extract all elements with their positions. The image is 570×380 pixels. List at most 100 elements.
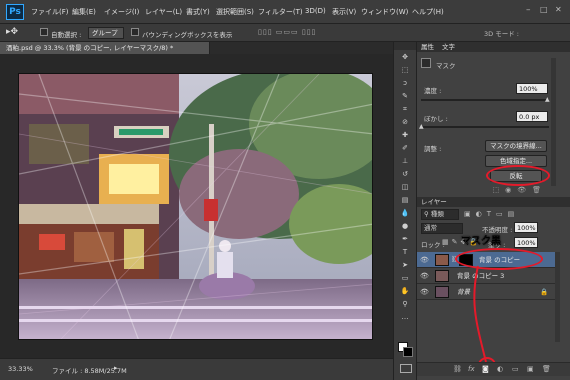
menu-type[interactable]: 書式(Y)	[186, 7, 210, 17]
street-photo	[19, 74, 372, 339]
layer-thumbnail	[435, 270, 449, 282]
menu-bar: Ps ファイル(F) 編集(E) イメージ(I) レイヤー(L) 書式(Y) 選…	[0, 0, 570, 24]
maximize-icon[interactable]: □	[540, 5, 548, 14]
menu-help[interactable]: ヘルプ(H)	[412, 7, 444, 17]
more-tools-icon[interactable]: …	[397, 312, 413, 323]
blur-tool-icon[interactable]: 💧	[397, 208, 413, 219]
brush-tool-icon[interactable]: ✐	[397, 143, 413, 154]
tab-layers[interactable]: レイヤー	[421, 198, 447, 206]
menu-window[interactable]: ウィンドウ(W)	[361, 7, 408, 17]
opacity-field[interactable]: 100%	[514, 222, 538, 233]
mask-icon	[421, 58, 431, 68]
move-tool-icon[interactable]: ▸✥	[6, 27, 18, 37]
background-color-swatch[interactable]	[403, 347, 413, 357]
menu-3d[interactable]: 3D(D)	[305, 7, 326, 15]
invert-highlight-circle	[486, 165, 550, 186]
document-tab[interactable]: 酒粕.psd @ 33.3% (背景 のコピー, レイヤーマスク/8) *	[0, 42, 210, 54]
status-menu-arrow-icon[interactable]: ▸	[114, 364, 118, 372]
mode-3d-label: 3D モード :	[484, 30, 519, 38]
quick-mask-icon[interactable]	[400, 364, 412, 373]
lock-icon: 🔒	[540, 288, 549, 296]
properties-scrollbar[interactable]	[551, 58, 556, 186]
layers-footer: ⛓ fx ◙ ◐ ▭ ▣ 🗑	[417, 362, 570, 376]
trash-icon[interactable]: 🗑	[542, 365, 551, 373]
canvas-image[interactable]	[18, 73, 373, 340]
photoshop-logo: Ps	[6, 4, 24, 20]
fill-field[interactable]: 100%	[514, 237, 538, 248]
feather-slider[interactable]	[421, 126, 549, 128]
annotation-arrow-line	[473, 265, 487, 363]
search-icon: ⚲	[424, 210, 431, 218]
visibility-eye-icon[interactable]: 👁	[420, 268, 429, 284]
properties-tabbar: 属性 文字	[417, 42, 570, 52]
auto-select-target-dropdown[interactable]: グループ	[88, 27, 124, 39]
layers-tabbar: レイヤー	[417, 197, 570, 207]
feather-field[interactable]: 0.0 px	[516, 111, 548, 122]
zoom-level[interactable]: 33.33%	[8, 365, 33, 373]
tab-character[interactable]: 文字	[442, 42, 455, 52]
visibility-eye-icon[interactable]: 👁	[420, 252, 429, 268]
crop-tool-icon[interactable]: ⌗	[397, 104, 413, 115]
layer-thumbnail	[435, 286, 449, 298]
type-tool-icon[interactable]: T	[397, 247, 413, 258]
auto-select-checkbox[interactable]	[40, 28, 48, 36]
fx-icon[interactable]: fx	[468, 365, 475, 373]
hand-tool-icon[interactable]: ✋	[397, 286, 413, 297]
adjustment-layer-icon[interactable]: ◐	[497, 365, 503, 373]
menu-file[interactable]: ファイル(F)	[31, 7, 69, 17]
layer-kind-filter[interactable]: ⚲ 種類	[421, 209, 459, 220]
eyedropper-tool-icon[interactable]: ⊘	[397, 117, 413, 128]
link-layers-icon[interactable]: ⛓	[453, 365, 462, 373]
menu-image[interactable]: イメージ(I)	[104, 7, 139, 17]
blend-mode-dropdown[interactable]: 通常	[421, 223, 463, 234]
tools-panel: ✥ ⬚ ↄ ✎ ⌗ ⊘ ✚ ✐ ⊥ ↺ ◫ ▤ 💧 ● ✒ T ➤ ▭ ✋ ⚲ …	[393, 42, 417, 380]
mask-edge-button[interactable]: マスクの境界線...	[485, 140, 547, 152]
path-select-tool-icon[interactable]: ➤	[397, 260, 413, 271]
menu-layer[interactable]: レイヤー(L)	[145, 7, 182, 17]
align-icons[interactable]: ▯▯▯ ▭▭▭ ▯▯▯	[258, 28, 316, 36]
history-brush-icon[interactable]: ↺	[397, 169, 413, 180]
show-bbox-checkbox[interactable]	[131, 28, 139, 36]
kind-filter-value: 種類	[430, 210, 444, 218]
density-field[interactable]: 100%	[516, 83, 548, 94]
layer-filter-icons[interactable]: ▣◐T▭▤	[464, 210, 519, 218]
group-folder-icon[interactable]: ▭	[512, 365, 519, 373]
feather-slider-handle[interactable]: ▲	[419, 123, 424, 130]
gradient-tool-icon[interactable]: ▤	[397, 195, 413, 206]
shape-tool-icon[interactable]: ▭	[397, 273, 413, 284]
minimize-icon[interactable]: –	[526, 5, 531, 15]
healing-tool-icon[interactable]: ✚	[397, 130, 413, 141]
lasso-tool-icon[interactable]: ↄ	[397, 78, 413, 89]
properties-footer-icons[interactable]: ⬚◉👁🗑	[421, 186, 547, 194]
new-layer-icon[interactable]: ▣	[527, 365, 534, 373]
menu-view[interactable]: 表示(V)	[332, 7, 356, 17]
layers-scrollbar[interactable]	[555, 252, 560, 342]
zoom-tool-icon[interactable]: ⚲	[397, 299, 413, 310]
pen-tool-icon[interactable]: ✒	[397, 234, 413, 245]
mask-label: マスク	[436, 62, 456, 70]
visibility-eye-icon[interactable]: 👁	[420, 284, 429, 300]
tools-header	[394, 42, 416, 50]
menu-edit[interactable]: 編集(E)	[72, 7, 96, 17]
quick-select-tool-icon[interactable]: ✎	[397, 91, 413, 102]
density-slider[interactable]	[421, 99, 549, 101]
layer-thumbnail	[435, 254, 449, 266]
tab-properties[interactable]: 属性	[421, 42, 434, 52]
stamp-tool-icon[interactable]: ⊥	[397, 156, 413, 167]
add-layer-mask-icon[interactable]: ◙	[482, 365, 489, 373]
status-bar: 33.33% ファイル : 8.58M/25.7M ▸	[0, 358, 393, 380]
feather-label: ぼかし :	[424, 115, 448, 123]
menu-select[interactable]: 選択範囲(S)	[216, 7, 254, 17]
eraser-tool-icon[interactable]: ◫	[397, 182, 413, 193]
move-tool-icon[interactable]: ✥	[397, 52, 413, 63]
refine-label: 調整 :	[424, 145, 442, 153]
auto-select-label: 自動選択 :	[51, 31, 82, 39]
layer-name[interactable]: 背景	[457, 284, 470, 300]
close-icon[interactable]: ✕	[555, 5, 562, 14]
dodge-tool-icon[interactable]: ●	[397, 221, 413, 232]
density-label: 濃度 :	[424, 87, 442, 95]
annotation-label: マスク黒	[461, 236, 501, 247]
density-slider-handle[interactable]: ▲	[545, 96, 550, 103]
marquee-tool-icon[interactable]: ⬚	[397, 65, 413, 76]
menu-filter[interactable]: フィルター(T)	[258, 7, 303, 17]
